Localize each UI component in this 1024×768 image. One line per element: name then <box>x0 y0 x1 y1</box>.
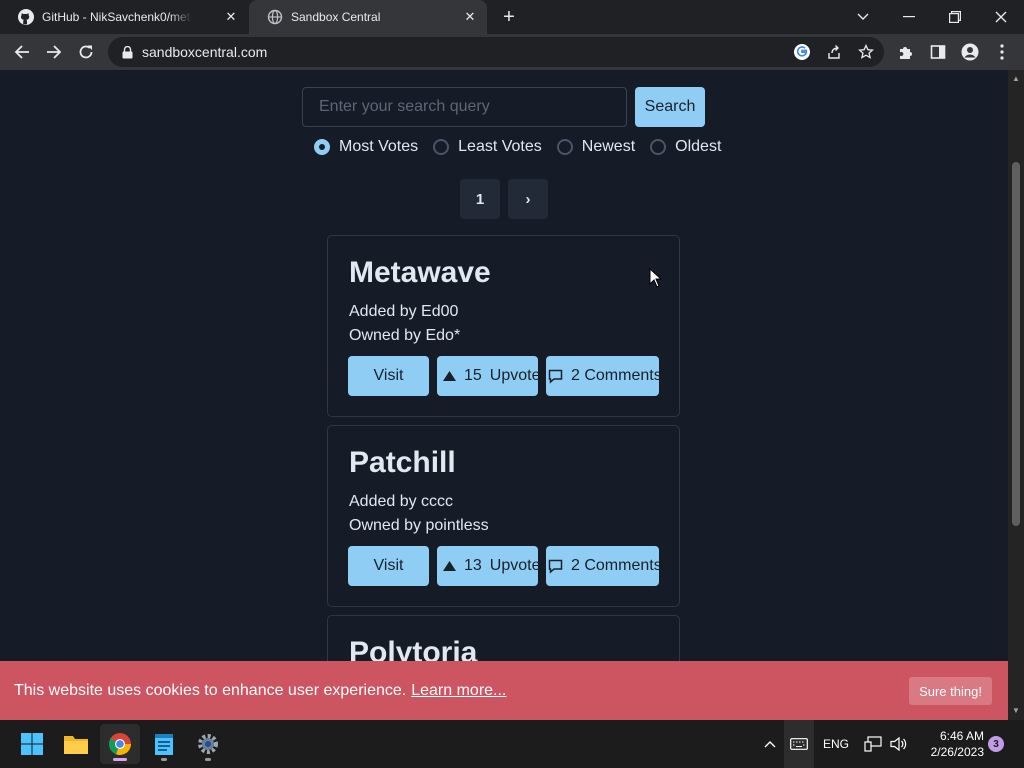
sort-newest[interactable]: Newest <box>556 138 636 156</box>
game-title: Patchill <box>349 446 456 479</box>
chrome-icon[interactable] <box>100 724 140 764</box>
comment-bubble-icon <box>548 559 563 574</box>
upvote-count: 15 <box>464 367 482 384</box>
visit-button[interactable]: Visit <box>348 546 429 586</box>
upvote-label: Upvote <box>489 367 538 384</box>
scroll-down-arrow-icon[interactable]: ▼ <box>1012 707 1020 715</box>
sort-label: Newest <box>581 138 636 155</box>
close-tab-icon[interactable]: ✕ <box>461 8 479 26</box>
upvote-label: Upvote <box>489 557 538 574</box>
upvote-count: 13 <box>464 557 482 574</box>
search-placeholder: Enter your search query <box>319 98 490 115</box>
cookie-message: This website uses cookies to enhance use… <box>14 681 407 699</box>
tab-search-chevron-icon[interactable] <box>840 0 886 34</box>
close-tab-icon[interactable]: ✕ <box>222 8 240 26</box>
accept-cookies-button[interactable]: Sure thing! <box>909 677 992 705</box>
settings-gear-icon[interactable] <box>188 724 228 764</box>
upvote-button[interactable]: 15 Upvote <box>437 356 538 396</box>
sort-label: Most Votes <box>339 138 419 155</box>
address-bar[interactable]: sandboxcentral.com <box>108 37 884 67</box>
running-app-indicator <box>161 758 167 761</box>
search-button[interactable]: Search <box>635 87 705 127</box>
touch-keyboard-icon[interactable] <box>784 720 814 768</box>
mouse-cursor-icon <box>649 268 661 288</box>
url-text: sandboxcentral.com <box>142 44 268 60</box>
globe-icon <box>267 9 283 25</box>
share-icon[interactable] <box>822 40 846 64</box>
back-arrow-icon[interactable] <box>8 38 36 66</box>
cookie-banner: This website uses cookies to enhance use… <box>0 661 1008 720</box>
windows-start-icon[interactable] <box>12 724 52 764</box>
visit-button[interactable]: Visit <box>348 356 429 396</box>
running-app-indicator <box>205 758 211 761</box>
sort-label: Least Votes <box>458 138 542 155</box>
radio[interactable] <box>433 139 450 155</box>
google-lens-g-icon[interactable] <box>790 40 814 64</box>
comments-label: 2 Comments <box>571 557 659 574</box>
sort-label: Oldest <box>675 138 722 155</box>
upvote-triangle-icon <box>443 561 456 571</box>
comment-bubble-icon <box>548 369 563 384</box>
extensions-puzzle-icon[interactable] <box>892 38 920 66</box>
github-icon <box>18 9 34 25</box>
browser-menu-kebab-icon[interactable] <box>988 38 1016 66</box>
forward-arrow-icon[interactable] <box>40 38 68 66</box>
sort-most-votes[interactable]: Most Votes <box>314 138 418 156</box>
scrollbar-thumb[interactable] <box>1012 162 1020 526</box>
profile-icon[interactable] <box>956 38 984 66</box>
active-app-indicator <box>113 758 127 761</box>
next-page-button[interactable]: › <box>508 179 548 219</box>
restore-icon[interactable] <box>932 0 978 34</box>
notepad-icon[interactable] <box>144 724 184 764</box>
clock-date: 2/26/2023 <box>930 745 984 759</box>
lock-icon[interactable] <box>120 45 134 59</box>
system-clock[interactable]: 6:46 AM 2/26/2023 <box>918 728 984 760</box>
game-card: Metawave Added by Ed00 Owned by Edo* Vis… <box>327 235 680 417</box>
tab-title: GitHub - NikSavchenk0/meteorit <box>42 10 192 24</box>
browser-tab-strip: GitHub - NikSavchenk0/meteorit ✕ Sandbox… <box>0 0 1024 34</box>
added-by: Added by Ed00 <box>349 303 459 320</box>
reload-icon[interactable] <box>72 38 100 66</box>
network-icon[interactable] <box>862 720 884 768</box>
minimize-icon[interactable] <box>886 0 932 34</box>
search-input[interactable]: Enter your search query <box>302 87 627 127</box>
owned-by: Owned by pointless <box>349 517 489 534</box>
learn-more-link[interactable]: Learn more... <box>411 682 506 700</box>
upvote-triangle-icon <box>443 371 456 381</box>
input-language[interactable]: ENG <box>818 720 854 768</box>
tab-title: Sandbox Central <box>291 10 381 24</box>
clock-time: 6:46 AM <box>939 729 984 743</box>
show-hidden-icons-chevron-icon[interactable] <box>758 720 782 768</box>
game-card: Patchill Added by cccc Owned by pointles… <box>327 425 680 607</box>
sort-oldest[interactable]: Oldest <box>650 138 721 156</box>
radio[interactable] <box>556 139 573 155</box>
game-title: Metawave <box>349 256 491 289</box>
scroll-up-arrow-icon[interactable]: ▲ <box>1012 75 1020 83</box>
windows-taskbar: ENG 6:46 AM 2/26/2023 <box>0 720 1024 768</box>
comments-label: 2 Comments <box>571 367 659 384</box>
volume-speaker-icon[interactable] <box>888 720 910 768</box>
browser-tab-sandbox-central[interactable]: Sandbox Central ✕ <box>249 0 487 34</box>
comments-button[interactable]: 2 Comments <box>546 546 659 586</box>
sort-least-votes[interactable]: Least Votes <box>433 138 542 156</box>
page-scrollbar[interactable]: ▲ ▼ <box>1008 70 1024 720</box>
page-content: Enter your search query Search Most Vote… <box>0 70 1008 720</box>
page-1-button[interactable]: 1 <box>460 179 500 219</box>
file-explorer-icon[interactable] <box>56 724 96 764</box>
comments-button[interactable]: 2 Comments <box>546 356 659 396</box>
radio-selected[interactable] <box>314 139 330 155</box>
side-panel-icon[interactable] <box>924 38 952 66</box>
radio[interactable] <box>650 139 667 155</box>
browser-tab-github[interactable]: GitHub - NikSavchenk0/meteorit ✕ <box>0 0 248 34</box>
sort-options: Most Votes Least Votes Newest Oldest <box>314 136 736 158</box>
notification-badge[interactable]: 3 <box>988 736 1004 752</box>
bookmark-star-icon[interactable] <box>854 40 878 64</box>
browser-toolbar: sandboxcentral.com <box>0 34 1024 70</box>
close-window-icon[interactable] <box>978 0 1024 34</box>
owned-by: Owned by Edo* <box>349 327 461 344</box>
new-tab-plus-icon[interactable]: + <box>498 6 520 28</box>
upvote-button[interactable]: 13 Upvote <box>437 546 538 586</box>
added-by: Added by cccc <box>349 493 454 510</box>
